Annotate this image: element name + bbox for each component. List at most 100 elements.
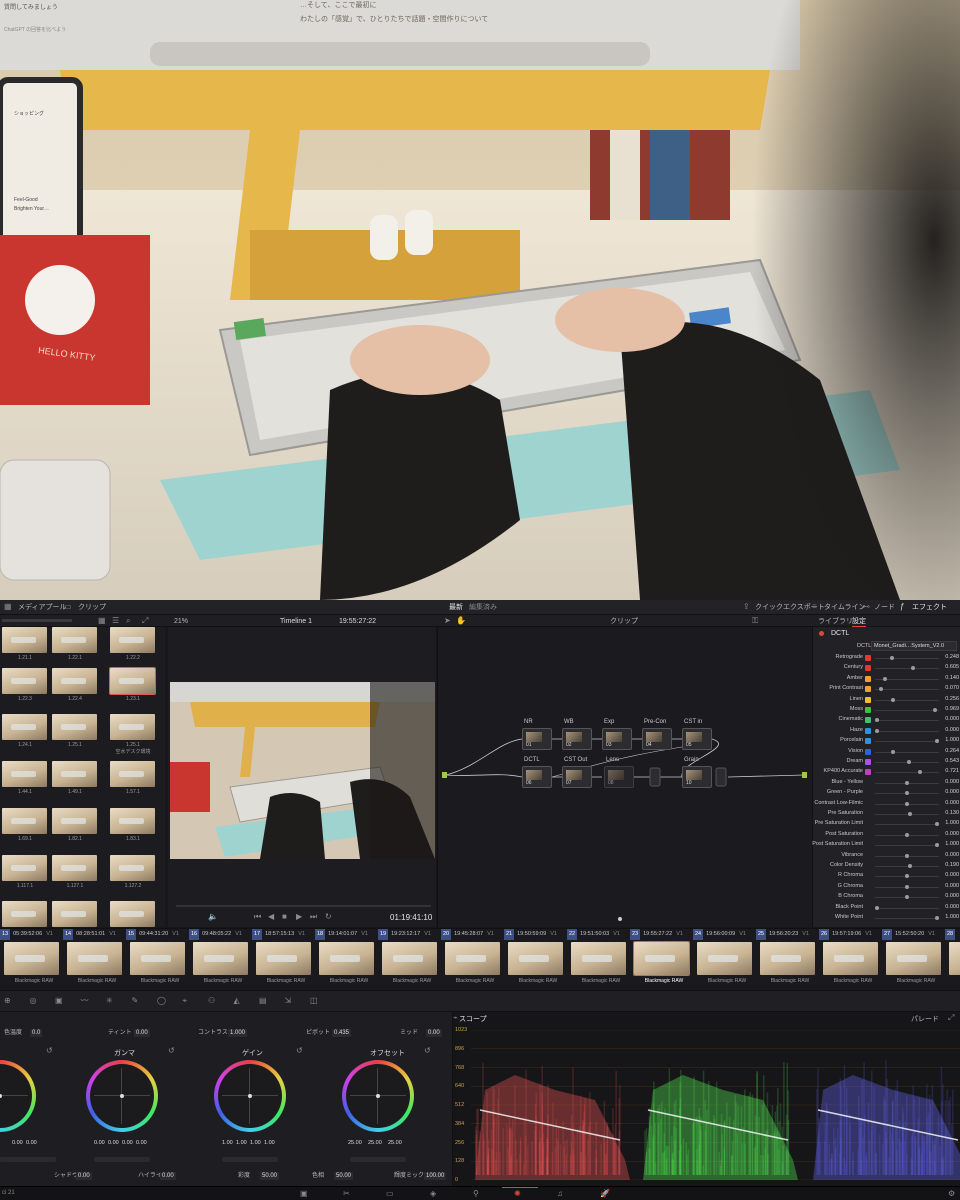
dctl-param-slider[interactable] — [875, 751, 939, 753]
dctl-param-slider-knob[interactable] — [905, 853, 909, 858]
pool-clip-thumbnail[interactable] — [52, 627, 97, 653]
edit-page-icon[interactable]: ▭ — [386, 1189, 394, 1199]
master-wheel-slider[interactable] — [0, 1157, 56, 1162]
primary-param-value[interactable]: 0.00 — [134, 1029, 150, 1037]
loop-icon[interactable]: ↻ — [325, 912, 332, 922]
secondary-param-value[interactable]: 100.00 — [424, 1172, 447, 1180]
dctl-param-row[interactable]: Vibrance 0.000 — [817, 851, 959, 861]
dctl-param-row[interactable]: Color Density 0.190 — [817, 861, 959, 871]
timeline-clip-thumbnail[interactable] — [130, 942, 185, 975]
dctl-param-slider[interactable] — [875, 772, 939, 774]
secondary-param-value[interactable]: 0.00 — [76, 1172, 92, 1180]
dctl-param-row[interactable]: Green - Purple 0.000 — [817, 788, 959, 798]
dctl-param-value[interactable]: 0.605 — [945, 664, 959, 670]
dctl-param-value[interactable]: 0.000 — [945, 872, 959, 878]
dctl-param-slider-knob[interactable] — [911, 666, 915, 671]
dctl-param-row[interactable]: B Chroma 0.000 — [817, 892, 959, 902]
dctl-param-row[interactable]: Pre Saturation 0.130 — [817, 809, 959, 819]
pool-clip-thumbnail[interactable] — [2, 627, 47, 653]
dctl-param-slider-knob[interactable] — [935, 843, 939, 848]
dctl-param-slider-knob[interactable] — [891, 697, 895, 702]
wheel-center-handle[interactable] — [248, 1094, 252, 1098]
effects-icon[interactable]: ƒ — [900, 602, 904, 612]
primary-param-value[interactable]: 0.00 — [426, 1029, 442, 1037]
dctl-param-row[interactable]: Print Contrast 0.070 — [817, 684, 959, 694]
dctl-param-row[interactable]: Post Saturation 0.000 — [817, 830, 959, 840]
fairlight-page-icon[interactable]: ⚲ — [473, 1189, 479, 1199]
dctl-param-slider[interactable] — [875, 730, 939, 732]
viewer-scrubber[interactable] — [176, 905, 431, 907]
primary-param-value[interactable]: 1.000 — [228, 1029, 248, 1037]
dctl-param-slider[interactable] — [875, 720, 939, 722]
volume-icon[interactable]: 🔈 — [208, 912, 218, 922]
dctl-param-slider-knob[interactable] — [933, 708, 937, 712]
window-icon[interactable]: ◯ — [157, 996, 166, 1006]
dctl-param-slider-knob[interactable] — [883, 676, 887, 681]
dctl-param-row[interactable]: Post Saturation Limit 1.000 — [812, 840, 959, 850]
deliver-page-icon[interactable]: 🚀 — [600, 1189, 610, 1199]
play-icon[interactable]: ▶ — [296, 912, 302, 922]
dctl-param-slider-knob[interactable] — [935, 822, 939, 827]
primary-param-value[interactable]: 0.0 — [30, 1029, 43, 1037]
dctl-param-row[interactable]: Black Point 0.000 — [817, 903, 959, 913]
dctl-param-value[interactable]: 0.190 — [945, 862, 959, 868]
wheel-reset-icon[interactable]: ↺ — [296, 1046, 303, 1056]
dctl-param-value[interactable]: 0.140 — [945, 675, 959, 681]
dctl-param-slider[interactable] — [875, 689, 939, 691]
wheel-value[interactable]: 1.00 — [236, 1140, 247, 1146]
search-icon[interactable]: ⌕ — [126, 616, 130, 626]
curves-icon[interactable]: 〰 — [81, 996, 89, 1006]
wheel-value[interactable]: 25.00 — [368, 1140, 382, 1146]
thumbnail-size-slider[interactable] — [2, 619, 72, 622]
wheel-value[interactable]: 1.00 — [264, 1140, 275, 1146]
timeline-clip-thumbnail[interactable] — [633, 941, 690, 976]
secondary-param-value[interactable]: 50.00 — [260, 1172, 280, 1180]
color-warper-icon[interactable]: ✳ — [106, 996, 113, 1006]
cut-page-icon[interactable]: ✂ — [343, 1189, 350, 1199]
scope-expand-icon[interactable]: ⤢ — [948, 1013, 954, 1023]
pool-clip-thumbnail[interactable] — [110, 808, 155, 834]
hand-icon[interactable]: ✋ — [456, 616, 466, 626]
timeline-clip-thumbnail[interactable] — [4, 942, 59, 975]
pool-clip-thumbnail[interactable] — [2, 855, 47, 881]
dctl-param-row[interactable]: White Point 1.000 — [817, 913, 959, 923]
dctl-param-row[interactable]: Dream 0.543 — [817, 757, 959, 767]
dctl-param-slider[interactable] — [875, 658, 939, 659]
stop-icon[interactable]: ■ — [282, 912, 287, 922]
color-wheel[interactable] — [0, 1060, 36, 1132]
timeline-clip-thumbnail[interactable] — [760, 942, 815, 975]
dctl-param-value[interactable]: 1.000 — [945, 820, 959, 826]
dctl-file-select[interactable]: Monet_Gradi…System_V2.0 — [871, 641, 957, 651]
pool-clip-thumbnail[interactable] — [52, 668, 97, 694]
master-wheel-slider[interactable] — [350, 1157, 406, 1162]
wheel-value[interactable]: 0.00 — [94, 1140, 105, 1146]
dctl-param-row[interactable]: Contrast Low-Filmic 0.000 — [814, 799, 959, 809]
lock-icon[interactable]: ⚿ — [752, 616, 758, 626]
node-exp[interactable]: 03 — [602, 728, 632, 750]
timeline-icon[interactable]: ≡ — [812, 602, 817, 612]
settings-gear-icon[interactable]: ⚙ — [948, 1189, 955, 1199]
primary-param-value[interactable]: 0.435 — [332, 1029, 352, 1037]
timeline-clip-thumbnail[interactable] — [67, 942, 122, 975]
master-wheel-slider[interactable] — [94, 1157, 150, 1162]
wheel-reset-icon[interactable]: ↺ — [168, 1046, 175, 1056]
wheel-center-handle[interactable] — [376, 1094, 380, 1098]
dctl-param-row[interactable]: Cinematic 0.000 — [817, 715, 959, 725]
dctl-param-slider-knob[interactable] — [907, 760, 911, 764]
dctl-param-slider-knob[interactable] — [905, 780, 909, 785]
pool-clip-thumbnail[interactable] — [2, 901, 47, 927]
primaries-icon[interactable]: ◎ — [30, 996, 37, 1006]
sizing-icon[interactable]: ⇲ — [285, 996, 292, 1006]
key-icon[interactable]: ▤ — [259, 996, 267, 1006]
wheel-value[interactable]: 0.00 — [136, 1140, 147, 1146]
dctl-param-value[interactable]: 0.969 — [945, 706, 959, 712]
node-mode-selector[interactable]: クリップ — [610, 617, 638, 626]
timeline-clip-thumbnail[interactable] — [193, 942, 248, 975]
wheel-center-handle[interactable] — [0, 1094, 2, 1098]
pool-clip-thumbnail[interactable] — [110, 901, 155, 927]
dctl-param-slider[interactable] — [875, 824, 939, 826]
dctl-param-value[interactable]: 0.000 — [945, 789, 959, 795]
settings-tab[interactable]: 設定 — [852, 617, 866, 627]
dctl-param-slider-knob[interactable] — [935, 739, 939, 744]
nodes-tab[interactable]: ノード — [874, 603, 895, 612]
